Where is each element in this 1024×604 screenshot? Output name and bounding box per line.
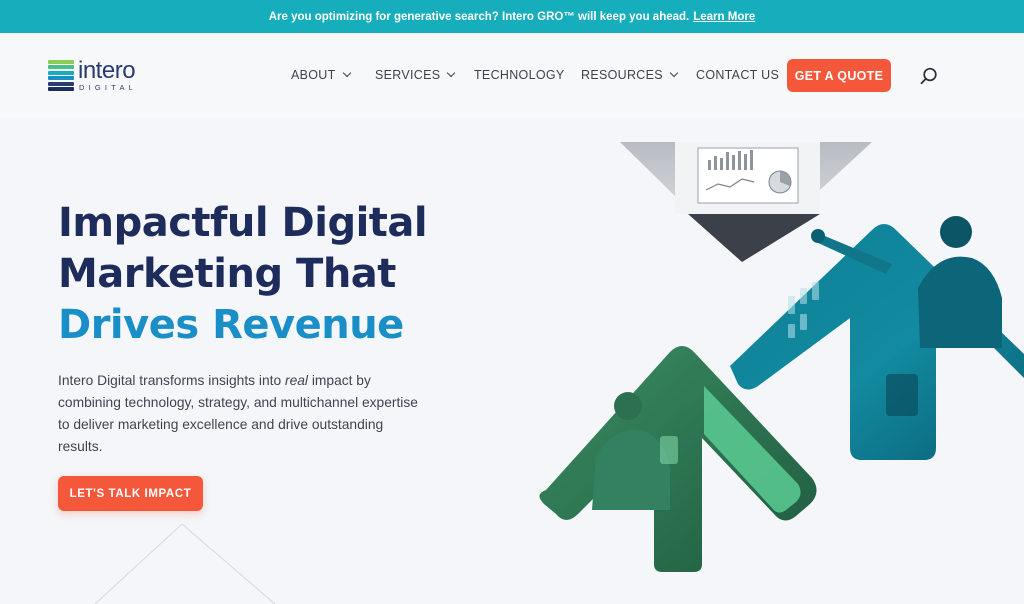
nav-about[interactable]: ABOUT: [291, 68, 351, 82]
hero-headline-line2: Marketing That: [58, 251, 396, 297]
nav-services-label: SERVICES: [375, 68, 441, 82]
chevron-down-icon: [669, 68, 679, 78]
nav-contact-label: CONTACT US: [696, 68, 780, 82]
teal-arrow-shape: [730, 216, 1024, 460]
learn-more-link[interactable]: Learn More: [693, 11, 755, 23]
green-arrow-shape: [539, 346, 817, 572]
chevron-down-icon: [447, 68, 456, 78]
nav-resources[interactable]: RESOURCES: [581, 68, 679, 82]
logo-wordmark: intero: [78, 57, 136, 84]
hero-arrows-illustration: [539, 142, 1024, 572]
logo-stripes-icon: [48, 60, 74, 92]
hero-headline: Impactful Digital Marketing That Drives …: [58, 198, 518, 351]
get-a-quote-button[interactable]: GET A QUOTE: [787, 59, 891, 92]
logo-subtext: DIGITAL: [79, 83, 138, 92]
intero-logo[interactable]: intero DIGITAL: [48, 57, 158, 94]
hero-description: Intero Digital transforms insights into …: [58, 370, 418, 458]
decorative-triangle-outline: [94, 523, 276, 604]
nav-resources-label: RESOURCES: [581, 68, 663, 82]
chevron-down-icon: [342, 68, 351, 78]
hero-headline-line1: Impactful Digital: [58, 200, 428, 246]
nav-technology-label: TECHNOLOGY: [474, 68, 565, 82]
nav-contact[interactable]: CONTACT US: [696, 68, 779, 82]
announcement-bar: Are you optimizing for generative search…: [0, 0, 1024, 33]
nav-services[interactable]: SERVICES: [375, 68, 456, 82]
hero-headline-line3: Drives Revenue: [58, 302, 404, 348]
nav-about-label: ABOUT: [291, 68, 336, 82]
desc-part1: Intero Digital transforms insights into: [58, 373, 285, 388]
nav-technology[interactable]: TECHNOLOGY: [474, 68, 565, 82]
search-icon[interactable]: [920, 67, 938, 85]
lets-talk-impact-button[interactable]: LET'S TALK IMPACT: [58, 476, 203, 511]
announcement-text: Are you optimizing for generative search…: [268, 10, 690, 23]
site-header: intero DIGITAL ABOUT SERVICES TECHNOLOGY…: [0, 33, 1024, 119]
desc-emphasis: real: [284, 373, 308, 388]
